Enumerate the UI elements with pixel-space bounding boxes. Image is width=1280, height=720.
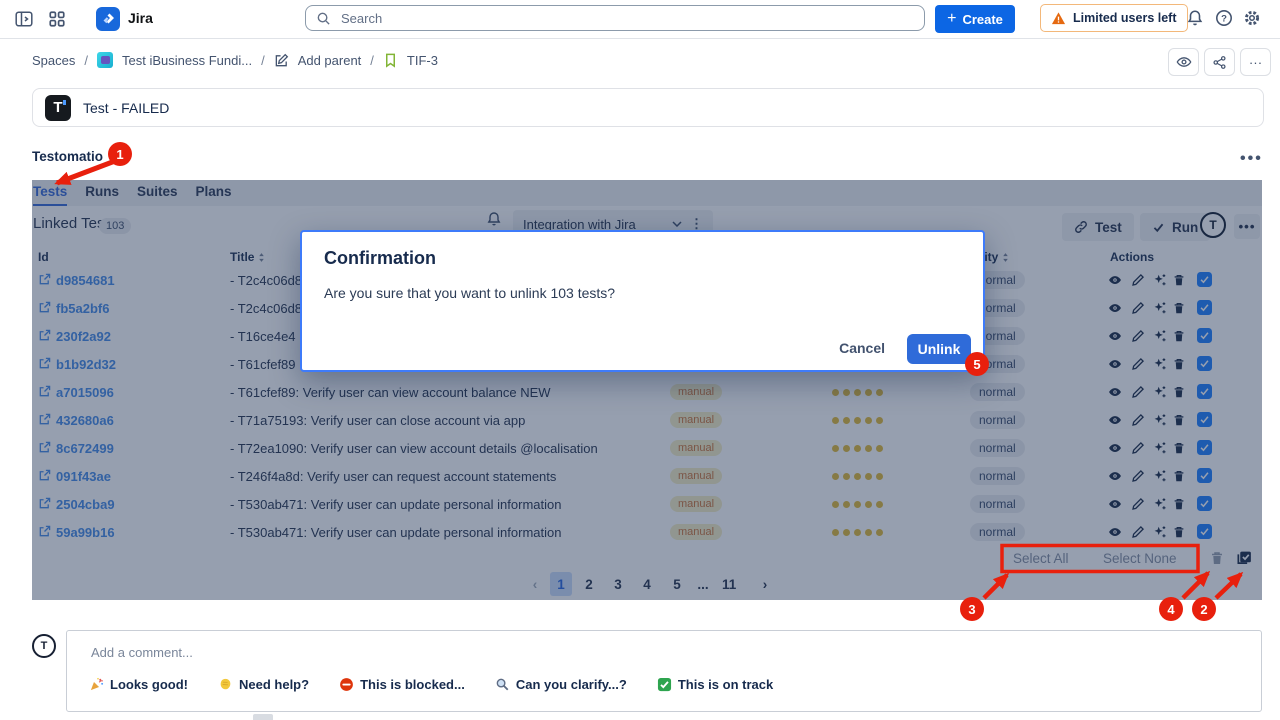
create-button[interactable]: + Create — [935, 5, 1015, 33]
no-entry-icon — [339, 677, 354, 692]
check-mark-icon — [657, 677, 672, 692]
annotation-badge-2: 2 — [1192, 597, 1216, 621]
warning-triangle-icon — [1051, 11, 1066, 26]
waving-hand-icon — [218, 677, 233, 692]
comment-placeholder: Add a comment... — [91, 645, 193, 660]
comment-editor[interactable]: Add a comment... Looks good! Need help? … — [66, 630, 1262, 712]
party-popper-icon — [89, 677, 104, 692]
search-input[interactable] — [339, 10, 914, 27]
quick-reply-label: This is blocked... — [360, 677, 465, 692]
settings-gear-icon[interactable] — [1243, 9, 1261, 27]
quick-reply-label: This is on track — [678, 677, 773, 692]
breadcrumb: Spaces / Test iBusiness Fundi... / Add p… — [32, 52, 438, 68]
quick-reply-on-track[interactable]: This is on track — [657, 677, 773, 692]
sidebar-toggle-icon[interactable] — [14, 9, 34, 29]
cancel-button[interactable]: Cancel — [833, 339, 891, 357]
quick-replies: Looks good! Need help? This is blocked..… — [89, 677, 773, 692]
unlink-button[interactable]: Unlink — [907, 334, 971, 364]
top-navigation: Jira + Create Limited users left — [0, 0, 1280, 39]
create-button-label: Create — [962, 12, 1002, 27]
widget-title: Testomatio — [32, 149, 103, 164]
magnifying-glass-icon — [495, 677, 510, 692]
app-switcher-icon[interactable] — [48, 10, 66, 28]
quick-reply-looks-good[interactable]: Looks good! — [89, 677, 188, 692]
limited-users-chip[interactable]: Limited users left — [1040, 4, 1188, 32]
jira-logo[interactable] — [96, 7, 120, 31]
cutoff-element — [253, 714, 273, 720]
breadcrumb-spaces[interactable]: Spaces — [32, 53, 75, 68]
test-status-banner[interactable]: T Test - FAILED — [32, 88, 1264, 127]
more-actions-button[interactable]: ··· — [1240, 48, 1271, 76]
dialog-message: Are you sure that you want to unlink 103… — [324, 285, 615, 301]
annotation-badge-1: 1 — [108, 142, 132, 166]
quick-reply-label: Can you clarify...? — [516, 677, 627, 692]
quick-reply-blocked[interactable]: This is blocked... — [339, 677, 465, 692]
widget-more-icon[interactable]: ••• — [1240, 150, 1263, 168]
search-icon — [316, 11, 331, 26]
bookmark-icon — [383, 53, 398, 68]
user-avatar: T — [32, 634, 56, 658]
quick-reply-need-help[interactable]: Need help? — [218, 677, 309, 692]
testomatio-tile-icon: T — [45, 95, 71, 121]
breadcrumb-project[interactable]: Test iBusiness Fundi... — [122, 53, 252, 68]
quick-reply-label: Need help? — [239, 677, 309, 692]
app-name: Jira — [128, 10, 153, 26]
quick-reply-clarify[interactable]: Can you clarify...? — [495, 677, 627, 692]
notifications-bell-icon[interactable] — [1186, 9, 1204, 27]
annotation-badge-4: 4 — [1159, 597, 1183, 621]
breadcrumb-add-parent[interactable]: Add parent — [298, 53, 362, 68]
annotation-badge-3: 3 — [960, 597, 984, 621]
help-icon[interactable] — [1215, 9, 1233, 27]
test-status-label: Test - FAILED — [83, 100, 169, 116]
breadcrumb-issue-key[interactable]: TIF-3 — [407, 53, 438, 68]
confirmation-dialog: Confirmation Are you sure that you want … — [300, 230, 985, 372]
share-button[interactable] — [1204, 48, 1235, 76]
breadcrumb-separator: / — [84, 53, 88, 68]
edit-pencil-icon — [274, 53, 289, 68]
breadcrumb-separator: / — [370, 53, 374, 68]
dialog-title: Confirmation — [324, 248, 436, 269]
jira-issue-page: Jira + Create Limited users left Spaces … — [0, 0, 1280, 720]
jira-logo-glyph — [100, 11, 116, 27]
plus-icon: + — [947, 11, 956, 27]
breadcrumb-separator: / — [261, 53, 265, 68]
limited-users-label: Limited users left — [1073, 11, 1177, 25]
project-icon — [97, 52, 113, 68]
global-search[interactable] — [305, 5, 925, 31]
quick-reply-label: Looks good! — [110, 677, 188, 692]
watch-eye-button[interactable] — [1168, 48, 1199, 76]
